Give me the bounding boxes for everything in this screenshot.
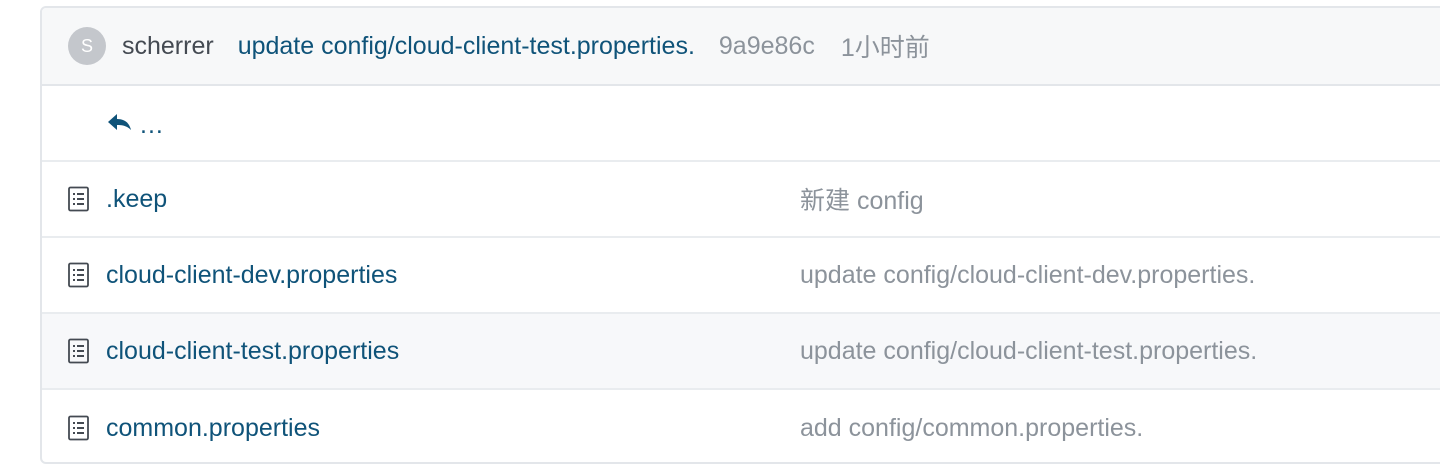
file-name-link[interactable]: cloud-client-dev.properties xyxy=(106,261,397,290)
file-commit-message[interactable]: update config/cloud-client-dev.propertie… xyxy=(800,261,1255,290)
commit-sha-link[interactable]: 9a9e86c xyxy=(719,32,815,61)
commit-message-link[interactable]: update config/cloud-client-test.properti… xyxy=(238,32,695,61)
file-name-cell: cloud-client-test.properties xyxy=(42,337,800,366)
file-name-cell: cloud-client-dev.properties xyxy=(42,261,800,290)
commit-time: 1小时前 xyxy=(840,34,930,62)
file-name-cell: common.properties xyxy=(42,414,800,443)
file-name-link[interactable]: common.properties xyxy=(106,414,320,443)
file-text-icon xyxy=(68,338,89,364)
file-name-link[interactable]: cloud-client-test.properties xyxy=(106,337,399,366)
file-tree-panel: S scherrer update config/cloud-client-te… xyxy=(40,6,1440,464)
reply-arrow-icon xyxy=(108,114,131,130)
file-name-link[interactable]: .keep xyxy=(106,185,167,214)
parent-directory-link[interactable]: ... xyxy=(42,86,1440,162)
file-commit-message[interactable]: update config/cloud-client-test.properti… xyxy=(800,337,1257,366)
author-avatar[interactable]: S xyxy=(68,27,106,65)
file-name-cell: .keep xyxy=(42,185,800,214)
file-commit-message[interactable]: add config/common.properties. xyxy=(800,414,1143,443)
commit-author[interactable]: scherrer xyxy=(122,32,214,61)
file-row[interactable]: common.properties add config/common.prop… xyxy=(42,390,1440,462)
file-row[interactable]: .keep 新建 config xyxy=(42,162,1440,238)
file-text-icon xyxy=(68,415,89,441)
file-row[interactable]: cloud-client-test.properties update conf… xyxy=(42,314,1440,390)
file-text-icon xyxy=(68,262,89,288)
file-commit-message[interactable]: 新建 config xyxy=(800,181,924,217)
file-row[interactable]: cloud-client-dev.properties update confi… xyxy=(42,238,1440,314)
parent-directory-label: ... xyxy=(140,110,164,139)
file-text-icon xyxy=(68,186,89,212)
latest-commit-bar: S scherrer update config/cloud-client-te… xyxy=(42,8,1440,86)
